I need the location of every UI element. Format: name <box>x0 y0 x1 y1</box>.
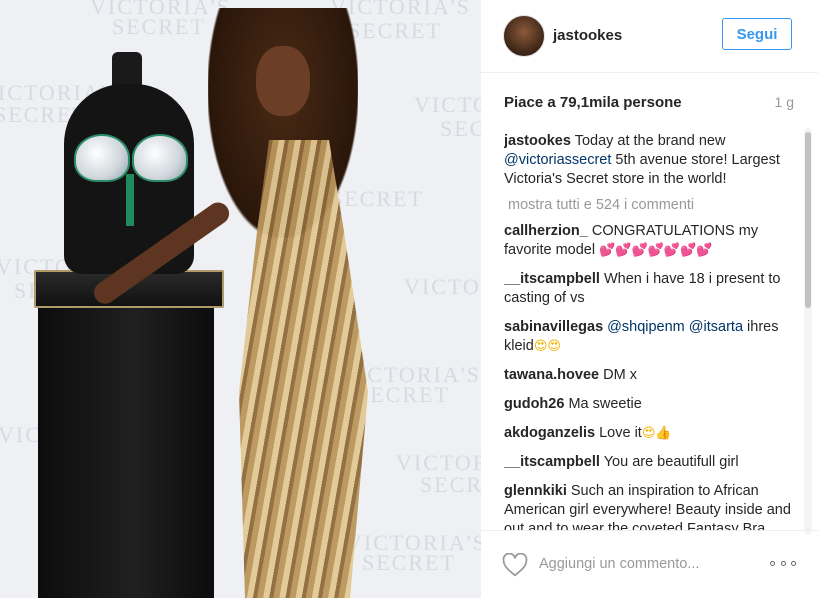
comment-username[interactable]: gudoh26 <box>504 396 564 412</box>
comment-text: Love it <box>599 425 642 441</box>
comment-username[interactable]: glennkiki <box>504 483 567 499</box>
display-pedestal <box>38 300 214 598</box>
mention-link[interactable]: @shqipenm <box>607 319 685 335</box>
emoji: 😍😍 <box>533 339 561 354</box>
comment-username[interactable]: sabinavillegas <box>504 319 603 335</box>
list-item: gudoh26 Ma sweetie <box>504 395 796 414</box>
watermark: SECRET <box>356 382 450 407</box>
list-item: __itscampbell When i have 18 i present t… <box>504 270 796 308</box>
username-link[interactable]: jastookes <box>553 27 622 44</box>
heart-outline-icon[interactable] <box>502 553 528 577</box>
comment-username[interactable]: tawana.hovee <box>504 367 599 383</box>
list-item: __itscampbell You are beautifull girl <box>504 453 796 472</box>
comment-username[interactable]: __itscampbell <box>504 454 600 470</box>
add-comment-input[interactable] <box>539 553 749 575</box>
list-item: sabinavillegas @shqipenm @itsarta ihres … <box>504 318 796 356</box>
watermark: SECRET <box>362 550 456 575</box>
list-item: callherzion_ CONGRATULATIONS my favorite… <box>504 222 796 260</box>
watermark: SECRET <box>348 18 442 43</box>
caption-text: Today at the brand new <box>574 133 726 149</box>
comment-text: Ma sweetie <box>568 396 642 412</box>
emoji: 💕💕💕💕💕💕💕 <box>599 243 713 258</box>
emoji: 😍👍 <box>641 426 672 441</box>
comment-username[interactable]: jastookes <box>504 133 571 149</box>
view-all-comments-link[interactable]: mostra tutti e 524 i commenti <box>508 196 796 215</box>
post-photo[interactable]: VICTORIA'S SECRET VICTORIA'S SECRET VICT… <box>0 0 481 598</box>
model-face <box>256 46 310 116</box>
watermark: VICTORIA'S <box>396 450 481 475</box>
post-panel: jastookes Segui Piace a 79,1mila persone… <box>481 0 818 598</box>
watermark: VICTORIA'S <box>414 92 481 117</box>
mention-link[interactable]: @victoriassecret <box>504 152 611 168</box>
comment-username[interactable]: callherzion_ <box>504 223 588 239</box>
watermark: SECRET <box>112 14 206 39</box>
list-item: glennkiki Such an inspiration to African… <box>504 482 796 530</box>
post-footer <box>481 530 818 599</box>
comment-text: DM x <box>603 367 637 383</box>
caption: jastookes Today at the brand new @victor… <box>504 132 796 189</box>
post-time[interactable]: 1 g <box>775 94 794 110</box>
likes-row: Piace a 79,1mila persone 1 g <box>504 94 794 111</box>
list-item: akdoganzelis Love it😍👍 <box>504 424 796 443</box>
comments-scrollbar[interactable] <box>804 128 812 534</box>
comment-text: You are beautifull girl <box>603 454 739 470</box>
list-item: tawana.hovee DM x <box>504 366 796 385</box>
comments-list[interactable]: jastookes Today at the brand new @victor… <box>504 132 796 530</box>
comment-username[interactable]: akdoganzelis <box>504 425 595 441</box>
comment-username[interactable]: __itscampbell <box>504 271 600 287</box>
ellipsis-icon[interactable] <box>770 557 796 569</box>
scroll-thumb[interactable] <box>805 132 811 308</box>
fantasy-bra <box>74 130 188 226</box>
mention-link[interactable]: @itsarta <box>689 319 743 335</box>
watermark: SECRET <box>440 116 481 141</box>
post-header: jastookes Segui <box>481 0 818 73</box>
likes-count[interactable]: Piace a 79,1mila persone <box>504 94 682 111</box>
avatar[interactable] <box>503 15 545 57</box>
watermark: VICTORIA'S <box>404 274 481 299</box>
watermark: SECRET <box>420 472 481 497</box>
follow-button[interactable]: Segui <box>722 18 792 50</box>
